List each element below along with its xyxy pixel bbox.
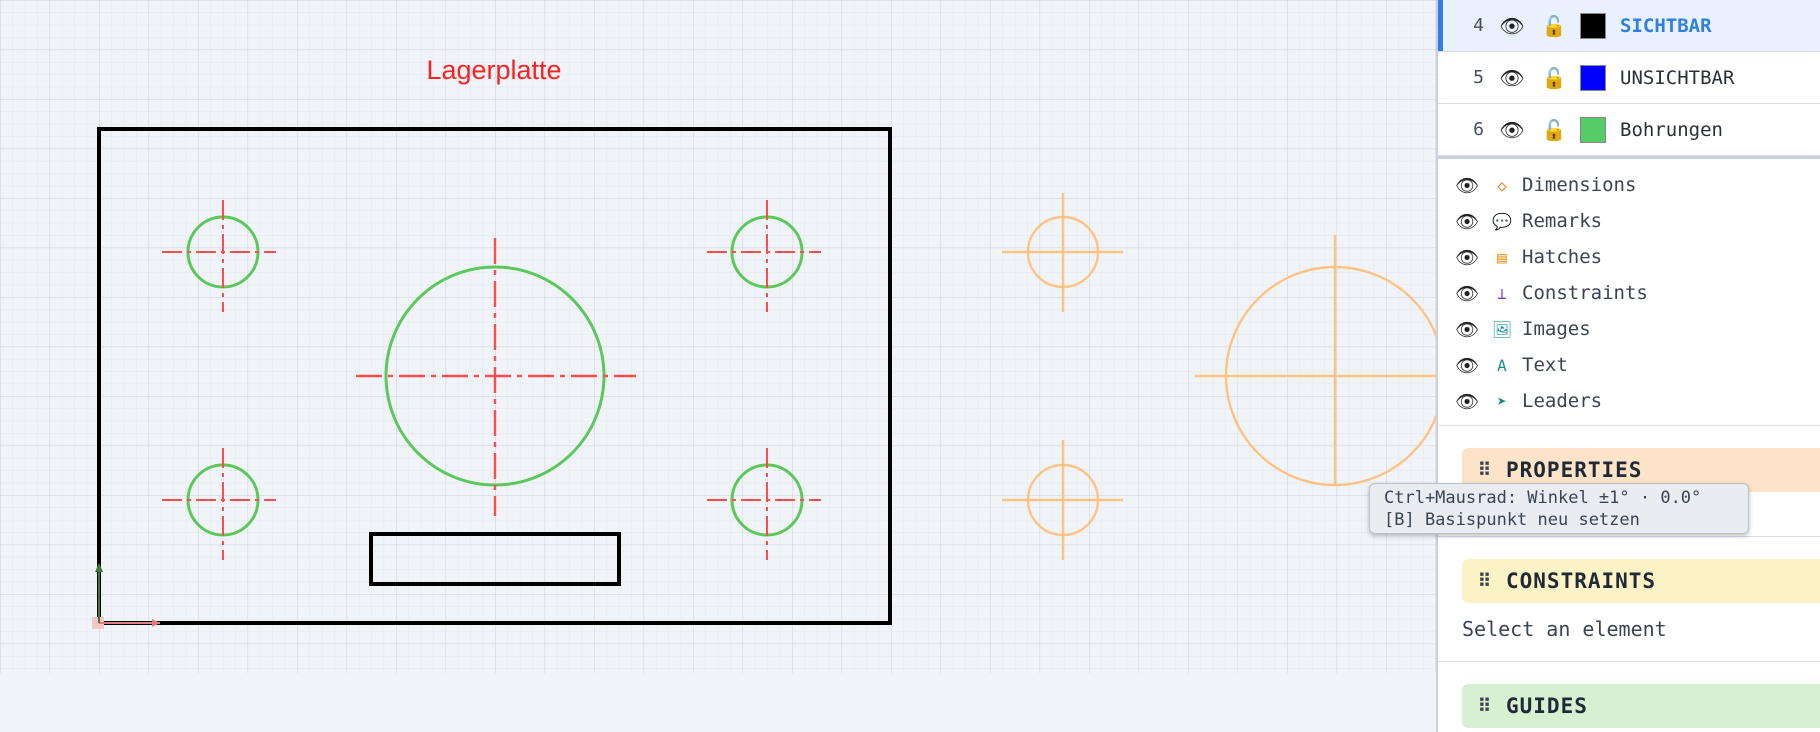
category-label: Images — [1522, 318, 1591, 340]
guides-header[interactable]: ⠿ GUIDES — [1462, 684, 1820, 728]
text-icon: A — [1497, 355, 1507, 375]
eye-icon[interactable]: 👁 — [1452, 174, 1482, 197]
layer-list: 4 👁 🔓 SICHTBAR 5 👁 🔓 UNSICHTBAR 6 👁 🔓 Bohrungen — [1438, 0, 1820, 156]
category-label: Leaders — [1522, 390, 1603, 412]
category-label: Remarks — [1522, 210, 1603, 232]
category-row[interactable]: 👁 A Text — [1438, 347, 1820, 383]
drawing-title[interactable]: Lagerplatte — [426, 55, 561, 85]
canvas-svg[interactable]: Lagerplatte — [0, 0, 1436, 732]
layer-name[interactable]: UNSICHTBAR — [1620, 67, 1734, 89]
constraints-title: CONSTRAINTS — [1506, 569, 1657, 593]
grid — [0, 0, 1436, 673]
eye-icon[interactable]: 👁 — [1452, 210, 1482, 233]
guides-panel: ⠿ GUIDES — [1438, 662, 1820, 728]
layer-row[interactable]: 4 👁 🔓 SICHTBAR — [1438, 0, 1820, 52]
unlocked-icon[interactable]: 🔓 — [1536, 14, 1572, 38]
category-row[interactable]: 👁 💬 Remarks — [1438, 203, 1820, 239]
guides-title: GUIDES — [1506, 694, 1588, 718]
category-row[interactable]: 👁 ➤ Leaders — [1438, 383, 1820, 419]
category-label: Hatches — [1522, 246, 1603, 268]
drag-grip-icon[interactable]: ⠿ — [1470, 571, 1500, 592]
layer-number: 5 — [1473, 67, 1484, 88]
perpendicular-icon: ⊥ — [1497, 283, 1507, 303]
layer-number: 6 — [1473, 119, 1484, 140]
eye-icon[interactable]: 👁 — [1452, 354, 1482, 377]
diamond-icon: ◇ — [1497, 175, 1507, 195]
category-row[interactable]: 👁 🖼 Images — [1438, 311, 1820, 347]
layer-row[interactable]: 5 👁 🔓 UNSICHTBAR — [1438, 52, 1820, 104]
constraints-empty-text: Select an element — [1462, 617, 1667, 641]
cursor-tooltip: Ctrl+Mausrad: Winkel ±1° · 0.0° [B] Basi… — [1369, 483, 1749, 534]
image-icon: 🖼 — [1491, 319, 1513, 339]
drag-grip-icon[interactable]: ⠿ — [1470, 460, 1500, 481]
arrow-icon: ➤ — [1497, 391, 1507, 411]
category-label: Text — [1522, 354, 1568, 376]
layer-name[interactable]: Bohrungen — [1620, 119, 1723, 141]
layer-color-swatch[interactable] — [1580, 64, 1606, 91]
drawing-canvas[interactable]: Lagerplatte — [0, 0, 1436, 732]
eye-icon[interactable]: 👁 — [1494, 66, 1530, 90]
eye-icon[interactable]: 👁 — [1452, 246, 1482, 269]
layer-color-swatch[interactable] — [1580, 116, 1606, 143]
category-label: Constraints — [1522, 282, 1648, 304]
category-row[interactable]: 👁 ◇ Dimensions — [1438, 167, 1820, 203]
layer-row[interactable]: 6 👁 🔓 Bohrungen — [1438, 104, 1820, 156]
unlocked-icon[interactable]: 🔓 — [1536, 66, 1572, 90]
constraints-header[interactable]: ⠿ CONSTRAINTS — [1462, 559, 1820, 603]
speech-bubble-icon: 💬 — [1492, 211, 1512, 231]
drag-grip-icon[interactable]: ⠿ — [1470, 696, 1500, 717]
constraints-panel: ⠿ CONSTRAINTS Select an element — [1438, 537, 1820, 662]
eye-icon[interactable]: 👁 — [1452, 282, 1482, 305]
layer-name[interactable]: SICHTBAR — [1620, 15, 1712, 37]
unlocked-icon[interactable]: 🔓 — [1536, 118, 1572, 142]
category-row[interactable]: 👁 ⊥ Constraints — [1438, 275, 1820, 311]
category-label: Dimensions — [1522, 174, 1637, 196]
eye-icon[interactable]: 👁 — [1494, 118, 1530, 142]
tooltip-line-2: [B] Basispunkt neu setzen — [1384, 510, 1640, 530]
eye-icon[interactable]: 👁 — [1452, 390, 1482, 413]
layer-number: 4 — [1473, 15, 1484, 36]
eye-icon[interactable]: 👁 — [1452, 318, 1482, 341]
eye-icon[interactable]: 👁 — [1494, 14, 1530, 38]
side-panel: 4 👁 🔓 SICHTBAR 5 👁 🔓 UNSICHTBAR 6 👁 🔓 Bohrungen 👁 ◇ D… — [1436, 0, 1820, 732]
properties-title: PROPERTIES — [1506, 458, 1643, 482]
layer-color-swatch[interactable] — [1580, 12, 1606, 39]
category-visibility-list: 👁 ◇ Dimensions 👁 💬 Remarks 👁 ▤ Hatches 👁 ⊥ Constrai… — [1438, 159, 1820, 426]
category-row[interactable]: 👁 ▤ Hatches — [1438, 239, 1820, 275]
tooltip-line-1: Ctrl+Mausrad: Winkel ±1° · 0.0° — [1384, 488, 1702, 508]
hatch-icon: ▤ — [1497, 247, 1507, 267]
